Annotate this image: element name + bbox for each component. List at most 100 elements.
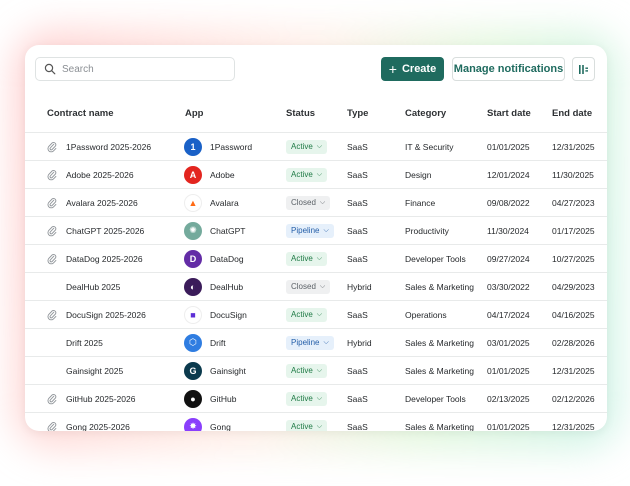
status-cell[interactable]: Active ⌵ [286,301,328,328]
app-cell[interactable]: ■ DocuSign [184,301,247,328]
search-box[interactable] [35,57,235,81]
status-cell[interactable]: Pipeline ⌵ [286,329,334,356]
app-name: Avalara [210,197,239,208]
create-button-label: Create [401,63,437,75]
app-logo-icon: G [184,361,202,380]
table-row[interactable]: Adobe 2025-2026 A Adobe Active ⌵ SaaS De… [25,161,607,189]
app-cell[interactable]: ● GitHub [184,385,236,412]
paperclip-icon [47,197,57,208]
column-header-end-date[interactable]: End date [552,93,592,133]
attachment-cell [47,245,61,272]
status-badge[interactable]: Pipeline ⌵ [286,223,334,238]
table-row[interactable]: ChatGPT 2025-2026 ✺ ChatGPT Pipeline ⌵ S… [25,217,607,245]
status-badge[interactable]: Active ⌵ [286,139,328,154]
status-badge[interactable]: Active ⌵ [286,307,328,322]
type-cell: SaaS [347,309,368,320]
column-header-start-date[interactable]: Start date [487,93,531,133]
status-badge[interactable]: Active ⌵ [286,419,328,431]
chevron-down-icon: ⌵ [316,366,323,374]
status-cell[interactable]: Closed ⌵ [286,189,331,216]
contract-name[interactable]: DealHub 2025 [66,273,120,300]
column-header-status[interactable]: Status [286,93,315,133]
search-icon [44,63,56,75]
app-name: Adobe [210,169,235,180]
contract-name[interactable]: 1Password 2025-2026 [66,133,151,160]
category-cell: Sales & Marketing [405,337,474,348]
table-row[interactable]: 1Password 2025-2026 1 1Password Active ⌵… [25,133,607,161]
category-cell: IT & Security [405,141,454,152]
category-cell: Sales & Marketing [405,421,474,432]
status-badge[interactable]: Pipeline ⌵ [286,335,334,350]
contract-name[interactable]: DocuSign 2025-2026 [66,301,146,328]
contract-name[interactable]: Adobe 2025-2026 [66,161,134,188]
app-logo-icon: D [184,249,202,268]
status-badge[interactable]: Active ⌵ [286,251,328,266]
app-cell[interactable]: ▲ Avalara [184,189,239,216]
status-label: Active [291,142,313,151]
columns-settings-button[interactable] [572,57,595,81]
end-date-cell: 04/27/2023 [552,197,595,208]
status-cell[interactable]: Closed ⌵ [286,273,331,300]
app-cell[interactable]: ◐ DealHub [184,273,243,300]
app-cell[interactable]: D DataDog [184,245,244,272]
chevron-down-icon: ⌵ [316,142,323,150]
table-row[interactable]: Avalara 2025-2026 ▲ Avalara Closed ⌵ Saa… [25,189,607,217]
status-badge[interactable]: Closed ⌵ [286,195,331,210]
table-row[interactable]: GitHub 2025-2026 ● GitHub Active ⌵ SaaS … [25,385,607,413]
table-row[interactable]: DealHub 2025 ◐ DealHub Closed ⌵ Hybrid S… [25,273,607,301]
category-cell: Sales & Marketing [405,365,474,376]
table-row[interactable]: Gong 2025-2026 ✸ Gong Active ⌵ SaaS Sale… [25,413,607,431]
app-logo-icon: ⬡ [184,333,202,352]
table-row[interactable]: Drift 2025 ⬡ Drift Pipeline ⌵ Hybrid Sal… [25,329,607,357]
paperclip-icon [47,225,57,236]
column-header-contract-name[interactable]: Contract name [47,93,114,133]
app-cell[interactable]: A Adobe [184,161,235,188]
app-name: Gainsight [210,365,246,376]
status-cell[interactable]: Active ⌵ [286,385,328,412]
app-cell[interactable]: G Gainsight [184,357,246,384]
table-row[interactable]: Gainsight 2025 G Gainsight Active ⌵ SaaS… [25,357,607,385]
contract-name[interactable]: GitHub 2025-2026 [66,385,135,412]
status-cell[interactable]: Active ⌵ [286,161,328,188]
status-badge[interactable]: Active ⌵ [286,363,328,378]
table-row[interactable]: DocuSign 2025-2026 ■ DocuSign Active ⌵ S… [25,301,607,329]
column-header-app[interactable]: App [185,93,203,133]
column-header-type[interactable]: Type [347,93,368,133]
app-name: Drift [210,337,226,348]
contract-name[interactable]: DataDog 2025-2026 [66,245,143,272]
status-label: Active [291,310,313,319]
attachment-cell [47,385,61,412]
contract-name[interactable]: Gainsight 2025 [66,357,123,384]
search-input[interactable] [62,63,222,75]
status-cell[interactable]: Active ⌵ [286,245,328,272]
column-header-category[interactable]: Category [405,93,446,133]
contract-name[interactable]: ChatGPT 2025-2026 [66,217,144,244]
create-button[interactable]: + Create [381,57,444,81]
contract-name[interactable]: Gong 2025-2026 [66,413,130,432]
app-logo-icon: ■ [184,305,202,324]
status-label: Pipeline [291,226,320,235]
app-cell[interactable]: ⬡ Drift [184,329,226,356]
type-cell: SaaS [347,169,368,180]
end-date-cell: 12/31/2025 [552,141,595,152]
status-badge[interactable]: Active ⌵ [286,167,328,182]
status-cell[interactable]: Active ⌵ [286,357,328,384]
status-badge[interactable]: Active ⌵ [286,391,328,406]
status-cell[interactable]: Active ⌵ [286,133,328,160]
contract-name[interactable]: Avalara 2025-2026 [66,189,138,216]
status-badge[interactable]: Closed ⌵ [286,279,331,294]
app-cell[interactable]: ✺ ChatGPT [184,217,245,244]
manage-notifications-button[interactable]: Manage notifications [452,57,565,81]
status-label: Active [291,254,313,263]
app-cell[interactable]: ✸ Gong [184,413,231,431]
contract-name[interactable]: Drift 2025 [66,329,103,356]
end-date-cell: 12/31/2025 [552,365,595,376]
type-cell: Hybrid [347,281,372,292]
table-row[interactable]: DataDog 2025-2026 D DataDog Active ⌵ Saa… [25,245,607,273]
category-cell: Sales & Marketing [405,281,474,292]
start-date-cell: 12/01/2024 [487,169,530,180]
app-cell[interactable]: 1 1Password [184,133,252,160]
status-cell[interactable]: Pipeline ⌵ [286,217,334,244]
status-cell[interactable]: Active ⌵ [286,413,328,431]
app-logo-icon: ✸ [184,417,202,431]
